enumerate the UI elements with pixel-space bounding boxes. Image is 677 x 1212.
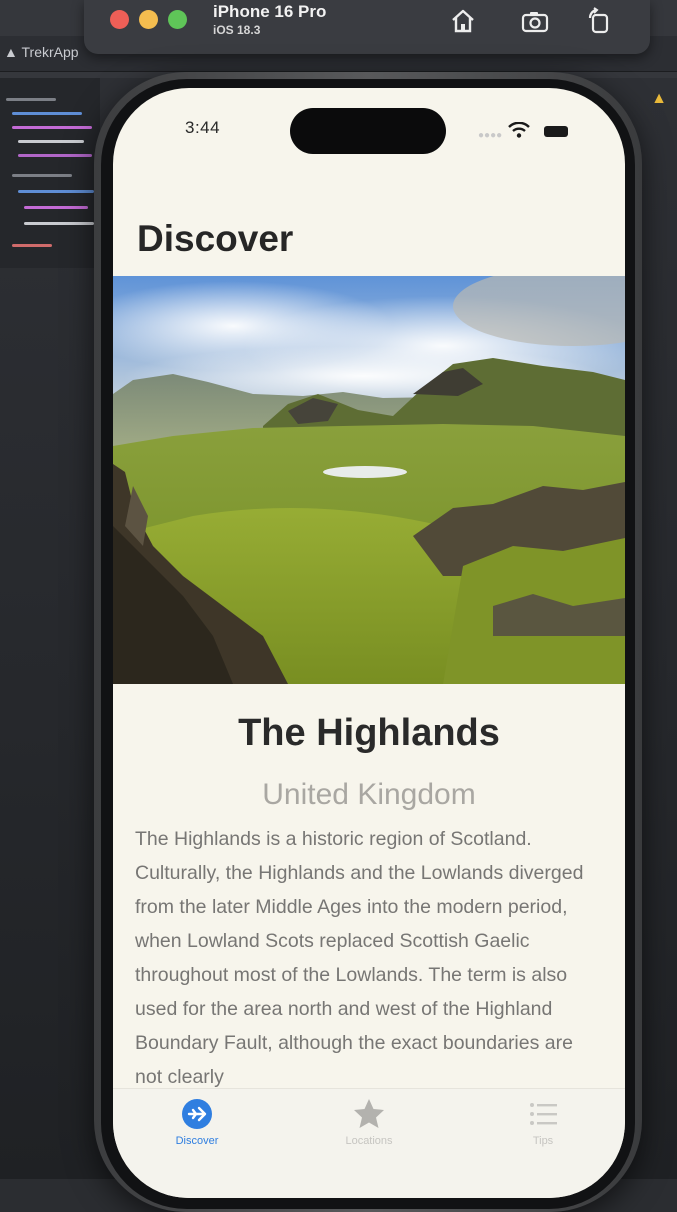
- tab-tips[interactable]: Tips: [473, 1097, 613, 1167]
- rotate-icon[interactable]: [584, 6, 614, 36]
- minimize-window-button[interactable]: [139, 10, 158, 29]
- close-window-button[interactable]: [110, 10, 129, 29]
- code-line: [24, 206, 88, 209]
- xcode-project-tab[interactable]: ▲ TrekrApp: [4, 44, 79, 60]
- simulator-toolbar: iPhone 16 Pro iOS 18.3: [84, 0, 650, 54]
- phone-screen: 3:44 ●●●● Discover The Highlands United …: [113, 88, 625, 1198]
- code-editor-panel: [0, 78, 100, 268]
- battery-icon: [544, 126, 568, 137]
- code-line: [18, 140, 84, 143]
- code-line: [6, 98, 56, 101]
- code-line: [18, 190, 94, 193]
- code-line: [18, 154, 92, 157]
- zoom-window-button[interactable]: [168, 10, 187, 29]
- dynamic-island: [290, 108, 446, 154]
- hero-image: [113, 276, 625, 684]
- code-line: [24, 222, 94, 225]
- code-line: [12, 112, 82, 115]
- home-icon[interactable]: [448, 6, 478, 36]
- list-icon: [530, 1103, 557, 1125]
- place-description: The Highlands is a historic region of Sc…: [135, 828, 584, 1088]
- code-line: [12, 244, 52, 247]
- code-line: [12, 126, 92, 129]
- airplane-circle-icon: [182, 1099, 212, 1129]
- xcode-project-icon: ▲: [4, 44, 18, 60]
- simulator-os-version: iOS 18.3: [213, 23, 261, 37]
- status-time: 3:44: [185, 118, 221, 137]
- place-title: The Highlands: [238, 712, 500, 754]
- tab-bar: Discover Locations Tips: [113, 1088, 625, 1198]
- place-country: United Kingdom: [262, 778, 476, 811]
- highlands-landscape-photo: [113, 276, 625, 684]
- page-title: Discover: [137, 218, 294, 259]
- star-icon: [354, 1099, 384, 1128]
- simulator-device-name: iPhone 16 Pro: [213, 2, 327, 21]
- signal-icon: ●●●●: [478, 130, 503, 141]
- tab-locations[interactable]: Locations: [299, 1097, 439, 1167]
- warning-icon[interactable]: ▲: [651, 90, 667, 108]
- tab-discover[interactable]: Discover: [127, 1097, 267, 1167]
- wifi-icon: [508, 122, 530, 138]
- code-line: [12, 174, 72, 177]
- screenshot-icon[interactable]: [520, 6, 550, 36]
